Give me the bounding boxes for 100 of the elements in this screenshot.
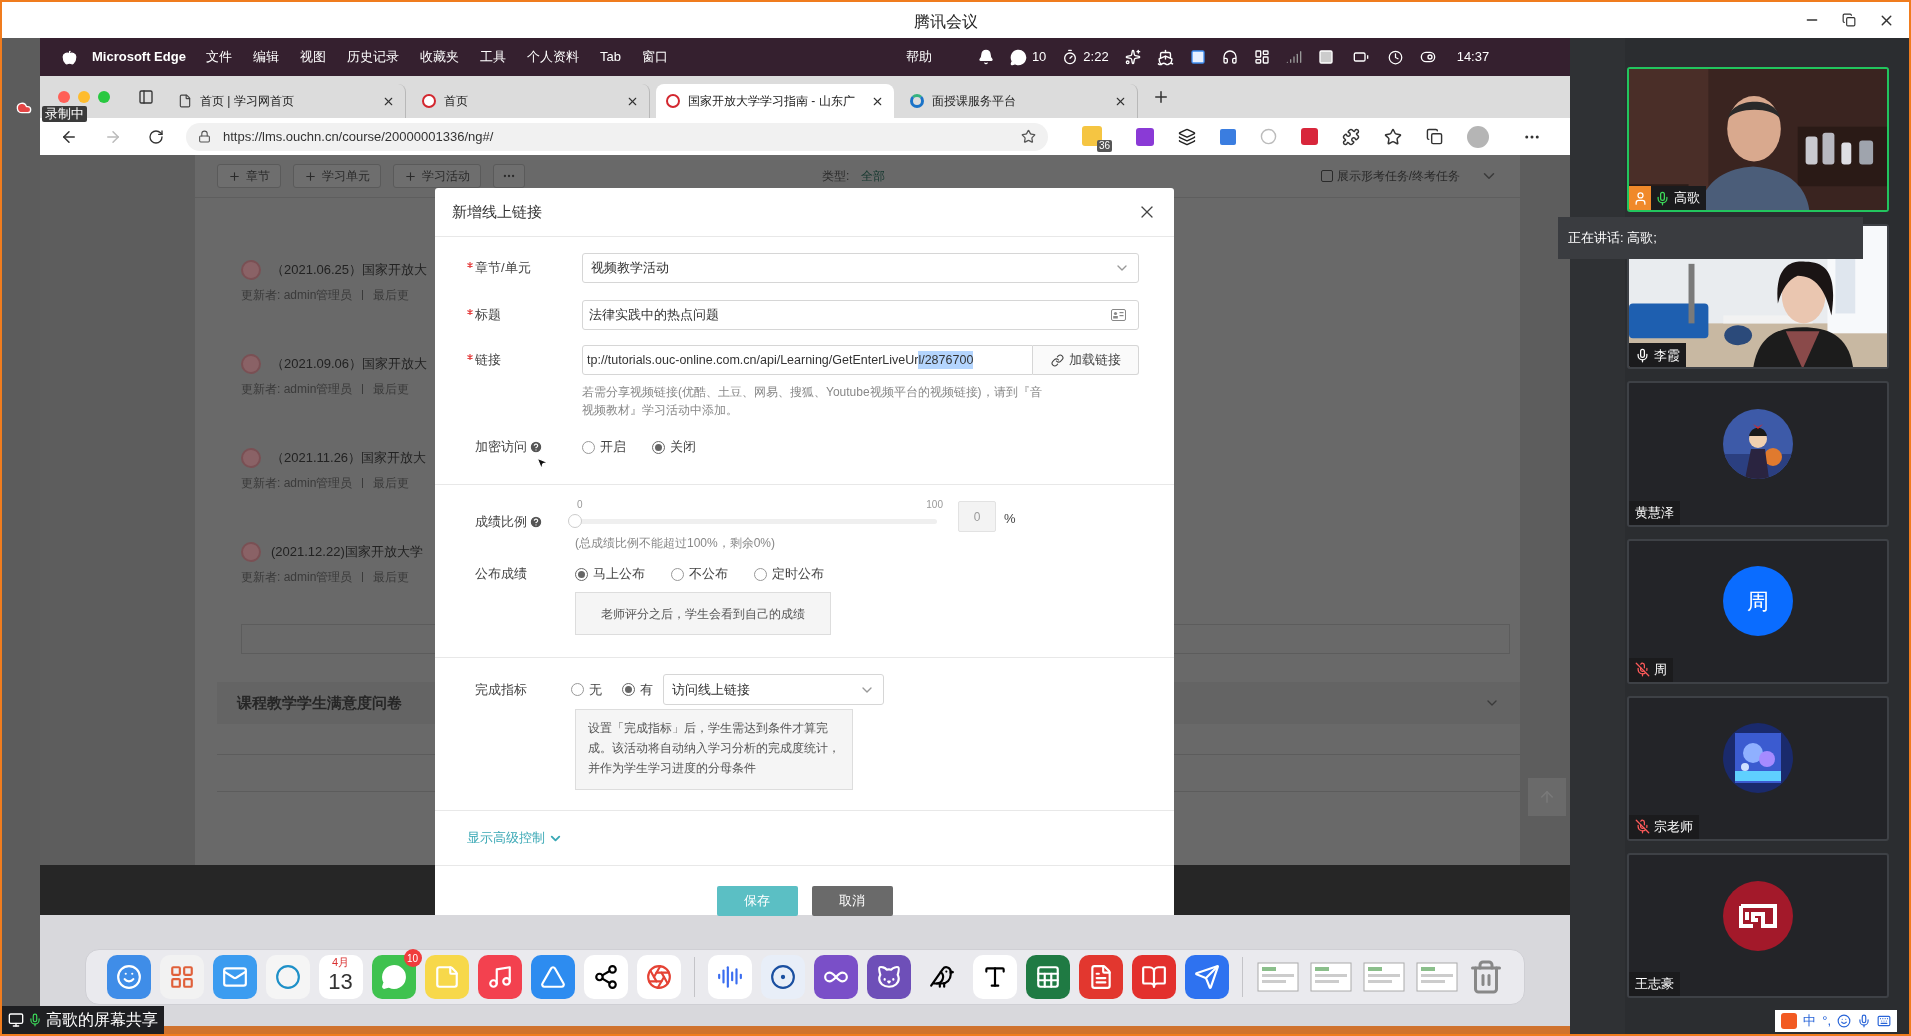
browser-tab[interactable]: 国家开放大学学习指南 - 山东广: [656, 84, 894, 118]
checkbox[interactable]: [1320, 170, 1333, 182]
participant-name: 宗老师: [1654, 818, 1693, 837]
type-icon[interactable]: [972, 955, 1017, 999]
headphones-icon[interactable]: [1221, 49, 1238, 65]
nodes-icon[interactable]: [583, 955, 628, 999]
completion-select[interactable]: 访问线上链接: [663, 674, 884, 705]
slider-min: 0: [577, 498, 583, 512]
layers-icon[interactable]: [1178, 127, 1196, 146]
field-label: 章节/单元: [475, 259, 531, 278]
hint-tooltip: 老师评分之后，学生会看到自己的成绩: [575, 592, 831, 635]
book-icon[interactable]: [1131, 955, 1176, 999]
clock-icon[interactable]: [1387, 49, 1403, 65]
plus-icon: [404, 169, 417, 183]
chat-bubble-icon: [380, 964, 407, 990]
favorites-icon[interactable]: [1384, 127, 1402, 146]
star-icon[interactable]: [1021, 129, 1036, 144]
puzzle-icon[interactable]: [1342, 127, 1360, 146]
help-icon[interactable]: [529, 514, 543, 529]
notification-badge: 10: [403, 949, 422, 967]
keyboard-icon[interactable]: [1877, 1014, 1891, 1029]
cancel-button[interactable]: 取消: [811, 886, 893, 916]
window-title: 腾讯会议: [914, 12, 978, 32]
smiley-face-icon[interactable]: [106, 955, 151, 999]
score-slider-thumb[interactable]: [568, 514, 582, 528]
input-method-bar[interactable]: 中 °,: [1775, 1010, 1897, 1032]
ring-icon[interactable]: [760, 955, 805, 999]
reload-icon[interactable]: [148, 128, 164, 145]
cloud-icon: [14, 100, 34, 116]
input-mode: 中: [1803, 1012, 1817, 1031]
radio-label: 关闭: [670, 438, 696, 457]
share-label: 高歌的屏幕共享: [46, 1010, 158, 1030]
menu-item[interactable]: Tab: [599, 47, 621, 67]
menu-item[interactable]: 文件: [205, 47, 232, 67]
new-tab-icon[interactable]: [1152, 88, 1170, 106]
infinity-icon[interactable]: [813, 955, 858, 999]
menu-item[interactable]: 个人资料: [526, 47, 579, 67]
contact-card-icon[interactable]: [1111, 309, 1126, 321]
signal-icon[interactable]: [1285, 49, 1302, 65]
radio-button[interactable]: [575, 567, 588, 581]
timer-icon[interactable]: [1062, 49, 1079, 65]
aperture-icon[interactable]: [636, 955, 681, 999]
required-asterisk-icon: [467, 354, 473, 360]
dashboard-icon[interactable]: [1253, 49, 1270, 65]
menu-item[interactable]: 视图: [299, 47, 326, 67]
bell-icon[interactable]: [977, 49, 994, 65]
radio-button[interactable]: [671, 567, 684, 581]
radio-button[interactable]: [571, 683, 584, 696]
site-logo-icon: [422, 94, 436, 108]
section-title: 课程教学学生满意度问卷: [237, 692, 402, 713]
score-field[interactable]: 0: [958, 501, 996, 532]
chapter-select[interactable]: 视频教学活动: [582, 253, 1139, 283]
required-asterisk-icon: [467, 262, 473, 268]
grid-icon[interactable]: [159, 955, 204, 999]
collections-icon[interactable]: [1426, 128, 1443, 145]
radio-button[interactable]: [622, 683, 635, 696]
item-logo-icon: [241, 354, 261, 374]
sidebar-icon[interactable]: [138, 89, 154, 105]
toggle-icon[interactable]: [1418, 49, 1437, 65]
radio-label: 马上公布: [593, 565, 645, 584]
radio-button[interactable]: [652, 440, 665, 454]
page-icon: [178, 94, 192, 108]
music-note-icon[interactable]: [477, 955, 522, 999]
field-label: 标题: [475, 306, 501, 325]
address-bar[interactable]: https://lms.ouchn.cn/course/20000001336/ng#/: [186, 122, 1048, 151]
restore-icon[interactable]: [1842, 13, 1856, 27]
radio-button[interactable]: [582, 440, 595, 454]
sparkle-icon[interactable]: [1124, 49, 1141, 65]
document-icon[interactable]: [1078, 955, 1123, 999]
sheet-icon[interactable]: [1025, 955, 1070, 999]
menu-item[interactable]: 窗口: [641, 47, 668, 67]
field-label: 加密访问: [475, 438, 527, 457]
ship-icon[interactable]: [1156, 48, 1174, 66]
calendar-icon[interactable]: 4月 13: [318, 955, 363, 999]
radio-button[interactable]: [754, 567, 767, 581]
title-field[interactable]: 法律实践中的热点问题: [582, 300, 1139, 330]
chat-bubble-icon[interactable]: [1009, 48, 1027, 66]
paper-plane-icon[interactable]: [1184, 955, 1229, 999]
menu-item[interactable]: 历史记录: [346, 47, 399, 67]
menu-item[interactable]: 编辑: [252, 47, 279, 67]
help-icon[interactable]: [529, 440, 543, 454]
envelope-icon[interactable]: [212, 955, 257, 999]
load-link-button[interactable]: 加载链接: [1033, 345, 1139, 375]
menu-item[interactable]: 收藏夹: [419, 47, 459, 67]
square-icon[interactable]: [1189, 49, 1206, 65]
audio-bars-icon[interactable]: [707, 955, 752, 999]
menu-item[interactable]: 帮助: [905, 47, 932, 67]
cat-icon[interactable]: [866, 955, 911, 999]
menu-item[interactable]: 工具: [479, 47, 506, 67]
apple-icon[interactable]: [62, 49, 77, 65]
participant-name: 周: [1654, 661, 1667, 679]
square-icon[interactable]: [1317, 49, 1334, 65]
slider-max: 100: [926, 498, 943, 512]
menu-item[interactable]: Microsoft Edge: [92, 47, 186, 67]
smiley-icon[interactable]: [1837, 1014, 1851, 1029]
extension-icon[interactable]: [1220, 128, 1236, 145]
plus-icon: [304, 169, 317, 183]
microphone-icon[interactable]: [1857, 1014, 1871, 1029]
link-field[interactable]: tp://tutorials.ouc-online.com.cn/api/Learning/GetEnterLiveUrl/2876700: [582, 345, 1033, 375]
extension-icon[interactable]: [1136, 127, 1154, 146]
